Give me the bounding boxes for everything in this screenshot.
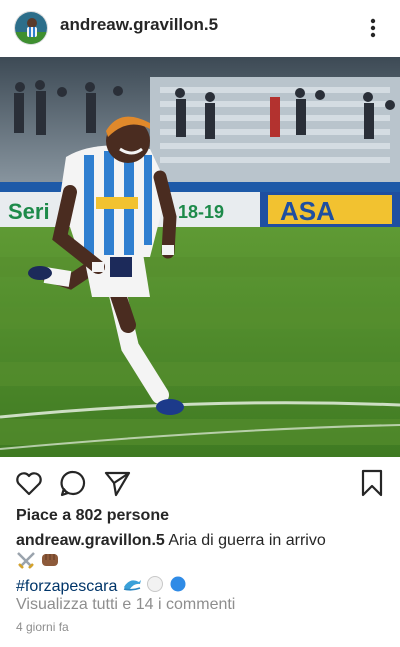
send-paper-plane-icon[interactable] <box>102 468 132 498</box>
bookmark-icon[interactable] <box>357 468 387 498</box>
post-header: andreaw.gravillon.5 <box>0 0 400 56</box>
post-actions <box>0 460 400 508</box>
comment-bubble-icon[interactable] <box>58 468 88 498</box>
post-timestamp: 4 giorni fa <box>16 620 69 634</box>
post-image[interactable]: Seri 18-19 ASA <box>0 57 400 457</box>
football-player-photo-icon: Seri 18-19 ASA <box>0 57 400 457</box>
likes-count[interactable]: Piace a 802 persone <box>16 507 169 525</box>
profile-avatar[interactable] <box>14 11 48 45</box>
post-caption: andreaw.gravillon.5 Aria di guerra in ar… <box>16 530 388 599</box>
heart-icon[interactable] <box>14 468 44 498</box>
banner-text-asa: ASA <box>280 196 335 226</box>
banner-text-serie: Seri <box>8 199 50 224</box>
view-all-comments-link[interactable]: Visualizza tutti e 14 i commenti <box>16 596 235 614</box>
caption-text: Aria di guerra in arrivo <box>168 532 326 549</box>
profile-photo-icon <box>15 12 47 44</box>
fist-emoji <box>40 551 60 575</box>
username-link[interactable]: andreaw.gravillon.5 <box>60 15 218 35</box>
hashtag-link[interactable]: #forzapescara <box>16 578 117 595</box>
more-vertical-icon[interactable] <box>366 16 380 40</box>
crossed-swords-emoji <box>16 551 36 575</box>
caption-username[interactable]: andreaw.gravillon.5 <box>16 532 165 549</box>
banner-text-season: 18-19 <box>178 202 224 222</box>
